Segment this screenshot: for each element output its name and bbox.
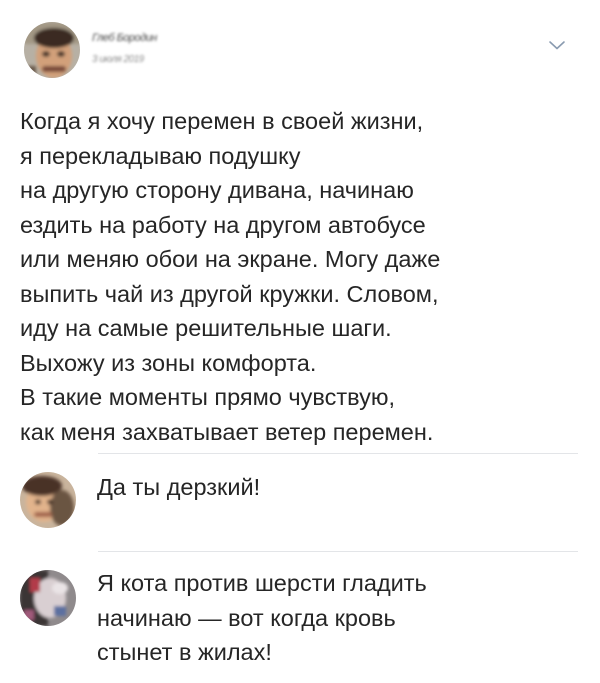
comments-divider <box>98 453 578 454</box>
comment-text-line: начинаю — вот когда кровь <box>97 604 396 631</box>
post-header: Глеб Бородин 3 июля 2019 <box>20 18 580 82</box>
post-date[interactable]: 3 июля 2019 <box>92 54 144 65</box>
comment-avatar[interactable] <box>20 570 76 626</box>
comment-text-line: стынет в жилах! <box>97 639 272 665</box>
comment-avatar[interactable] <box>20 472 76 528</box>
author-name[interactable]: Глеб Бородин <box>92 32 157 44</box>
comment-text: Я кота против шерсти гладить начинаю — в… <box>97 566 427 670</box>
post-text-line: Выхожу из зоны комфорта. <box>20 349 317 376</box>
post-text-line: В такие моменты прямо чувствую, <box>20 384 396 410</box>
comments-divider <box>98 551 578 552</box>
comment: Я кота против шерсти гладить начинаю — в… <box>0 562 600 672</box>
post-text-line: выпить чай из другой кружки. Словом, <box>20 280 439 307</box>
post-text-line: как меня захватывает ветер перемен. <box>20 418 434 445</box>
author-avatar[interactable] <box>24 22 80 78</box>
comment-text: Да ты дерзкий! <box>97 470 260 505</box>
comment-text-line: Да ты дерзкий! <box>97 474 261 500</box>
post-text: Когда я хочу перемен в своей жизни, я пе… <box>20 104 580 449</box>
post-text-line: Когда я хочу перемен в своей жизни, <box>20 108 424 134</box>
comment-text-line: Я кота против шерсти гладить <box>97 570 427 596</box>
comment: Да ты дерзкий! <box>0 466 600 536</box>
post-text-line: иду на самые решительные шаги. <box>20 315 392 341</box>
chevron-down-icon[interactable] <box>548 38 566 50</box>
post-text-line: на другую сторону дивана, начинаю <box>20 177 414 203</box>
post-text-line: ездить на работу на другом автобусе <box>20 211 426 238</box>
post-text-line: или меняю обои на экране. Могу даже <box>20 246 441 272</box>
post-text-line: я перекладываю подушку <box>20 142 301 169</box>
